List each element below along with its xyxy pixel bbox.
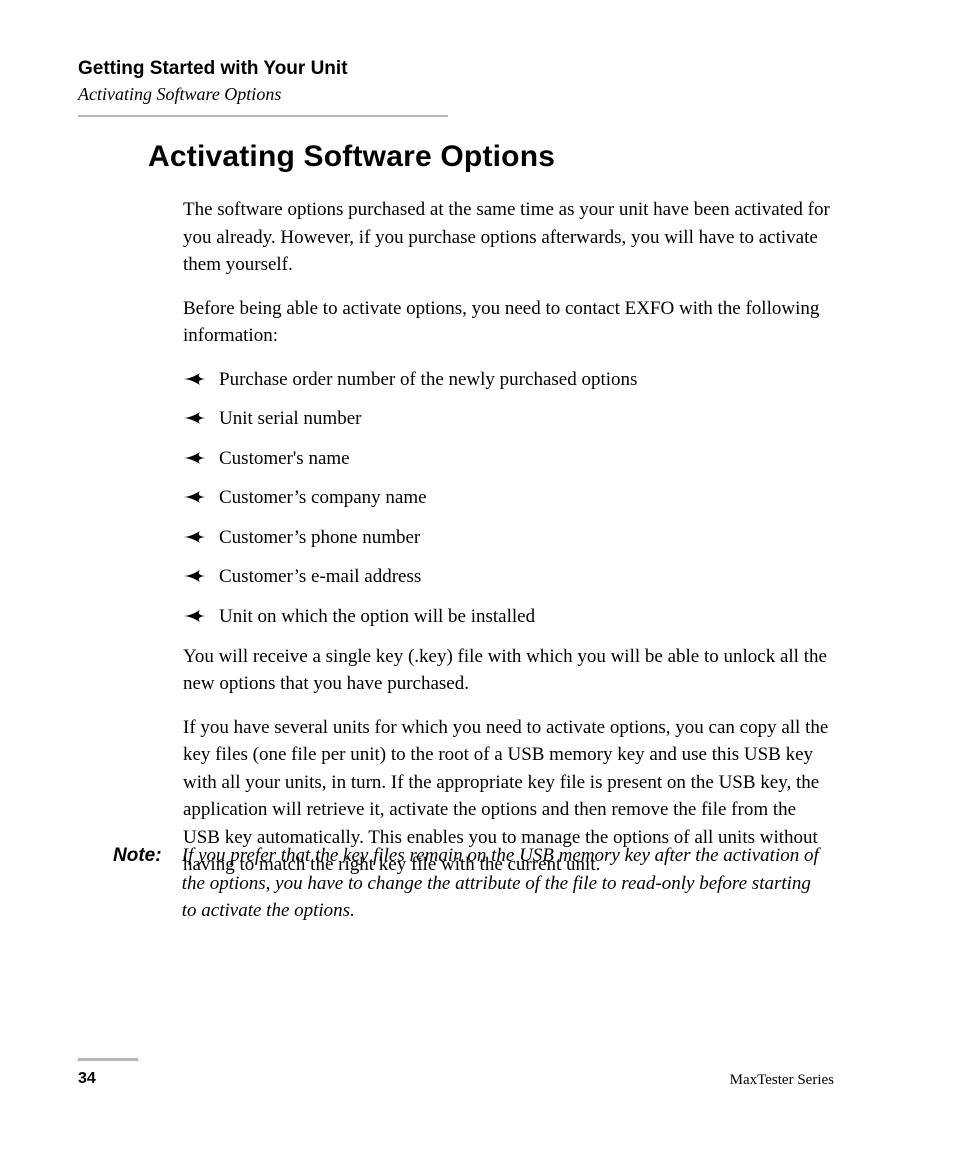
header-divider [78, 115, 448, 117]
series-label: MaxTester Series [730, 1072, 834, 1089]
note-block: Note: If you prefer that the key files r… [113, 842, 833, 925]
list-item: Unit on which the option will be install… [183, 603, 833, 631]
list-item: Unit serial number [183, 405, 833, 433]
page-number: 34 [78, 1070, 96, 1088]
paragraph: The software options purchased at the sa… [183, 196, 833, 279]
list-item: Customer's name [183, 445, 833, 473]
page-title: Activating Software Options [148, 140, 555, 174]
list-item: Customer’s company name [183, 484, 833, 512]
arrowhead-icon [183, 452, 205, 464]
arrowhead-icon [183, 491, 205, 503]
chapter-title: Getting Started with Your Unit [78, 58, 876, 80]
list-item: Customer’s phone number [183, 524, 833, 552]
arrowhead-icon [183, 412, 205, 424]
list-item-text: Customer's name [219, 448, 350, 469]
arrowhead-icon [183, 610, 205, 622]
footer-divider [78, 1058, 138, 1061]
list-item-text: Customer’s phone number [219, 527, 420, 548]
list-item-text: Unit on which the option will be install… [219, 606, 535, 627]
list-item-text: Purchase order number of the newly purch… [219, 369, 637, 390]
bullet-list: Purchase order number of the newly purch… [183, 366, 833, 631]
running-header: Getting Started with Your Unit Activatin… [78, 58, 876, 117]
list-item: Purchase order number of the newly purch… [183, 366, 833, 394]
list-item-text: Unit serial number [219, 408, 361, 429]
list-item-text: Customer’s e-mail address [219, 566, 421, 587]
arrowhead-icon [183, 570, 205, 582]
paragraph: You will receive a single key (.key) fil… [183, 643, 833, 698]
list-item-text: Customer’s company name [219, 487, 427, 508]
arrowhead-icon [183, 531, 205, 543]
section-subtitle: Activating Software Options [78, 84, 876, 105]
arrowhead-icon [183, 373, 205, 385]
note-text: If you prefer that the key files remain … [182, 842, 828, 925]
paragraph: Before being able to activate options, y… [183, 295, 833, 350]
body-content: The software options purchased at the sa… [183, 196, 833, 895]
document-page: Getting Started with Your Unit Activatin… [0, 0, 954, 1159]
note-label: Note: [113, 842, 177, 870]
list-item: Customer’s e-mail address [183, 563, 833, 591]
